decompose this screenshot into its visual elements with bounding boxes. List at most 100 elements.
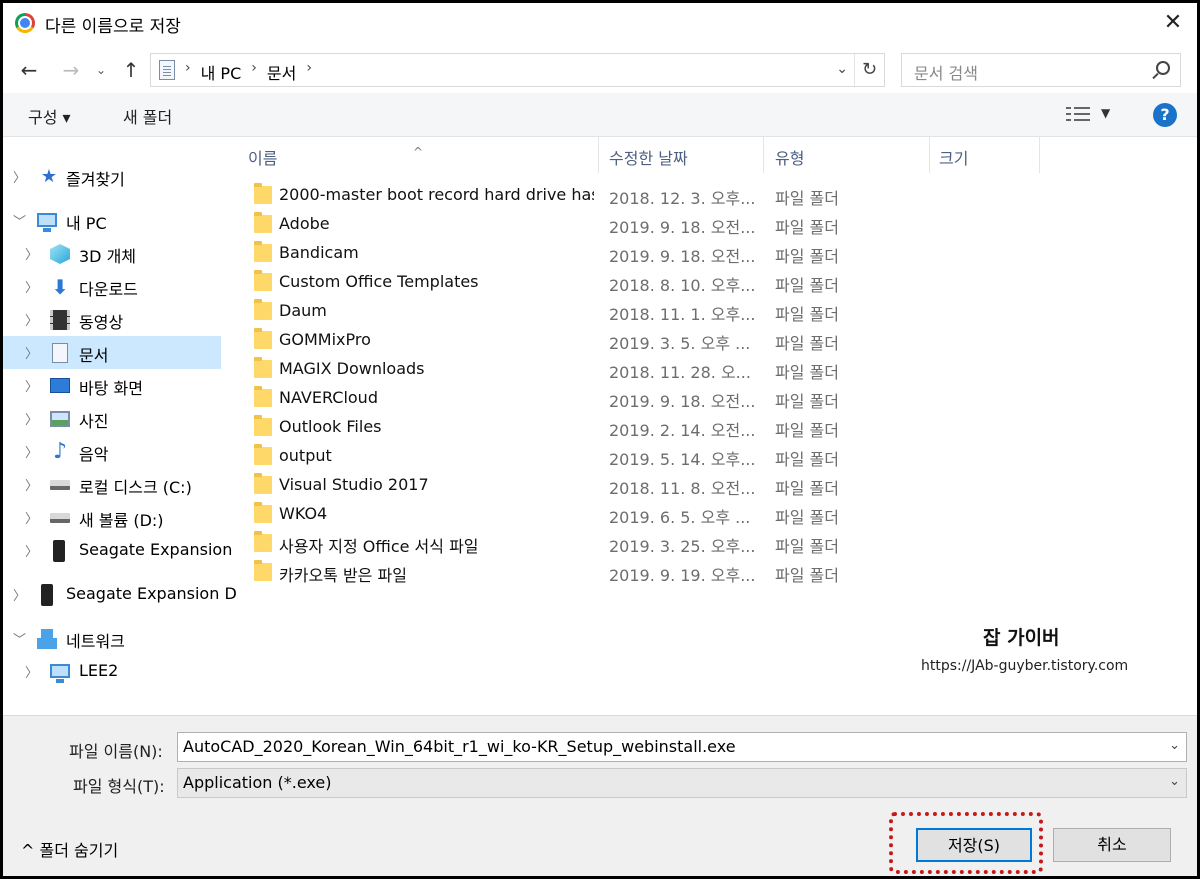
list-item[interactable]: Outlook Files 2019. 2. 14. 오전... 파일 폴더 [223, 412, 1197, 441]
list-item[interactable]: Custom Office Templates 2018. 8. 10. 오후..… [223, 267, 1197, 296]
chevron-down-icon[interactable]: ⌄ [1169, 774, 1180, 789]
file-name: Bandicam [279, 243, 359, 262]
sidebar-item-desktop[interactable]: 〉 바탕 화면 [3, 369, 221, 402]
chevron-right-icon[interactable]: 〉 [25, 310, 38, 329]
music-icon: ♪ [52, 439, 68, 464]
sidebar-item-seagate-expansion[interactable]: 〉 Seagate Expansion [3, 534, 232, 567]
command-bar: 구성 ▾ 새 폴더 ▼ ? [3, 93, 1197, 137]
sidebar-item-documents[interactable]: 〉 문서 [3, 336, 221, 369]
chevron-right-icon[interactable]: 〉 [13, 167, 26, 186]
sidebar-item-network[interactable]: ﹀ 네트워크 [3, 622, 221, 655]
chevron-down-icon[interactable]: ⌄ [1169, 738, 1180, 753]
up-arrow-icon[interactable]: ↑ [117, 55, 145, 85]
list-item[interactable]: output 2019. 5. 14. 오후... 파일 폴더 [223, 441, 1197, 470]
save-button[interactable]: 저장(S) [916, 828, 1032, 862]
breadcrumb-separator-icon[interactable]: › [251, 60, 257, 84]
chevron-right-icon[interactable]: 〉 [25, 475, 38, 494]
chevron-right-icon[interactable]: 〉 [25, 376, 38, 395]
filetype-select[interactable]: Application (*.exe) ⌄ [177, 768, 1187, 798]
filename-field[interactable]: AutoCAD_2020_Korean_Win_64bit_r1_wi_ko-K… [177, 732, 1187, 762]
sidebar-item-pictures[interactable]: 〉 사진 [3, 402, 221, 435]
chevron-right-icon[interactable]: 〉 [25, 244, 38, 263]
refresh-icon[interactable]: ↻ [854, 54, 884, 86]
forward-arrow-icon[interactable]: → [57, 55, 85, 85]
chevron-right-icon[interactable]: 〉 [25, 442, 38, 461]
chevron-right-icon[interactable]: 〉 [25, 508, 38, 527]
folder-icon [254, 531, 272, 552]
sidebar-item-favorites[interactable]: 〉 ★ 즐겨찾기 [3, 160, 221, 193]
chevron-down-icon[interactable]: ⌄ [836, 61, 848, 77]
list-item[interactable]: NAVERCloud 2019. 9. 18. 오전... 파일 폴더 [223, 383, 1197, 412]
chevron-down-icon[interactable]: ﹀ [13, 211, 26, 230]
list-item[interactable]: Daum 2018. 11. 1. 오후... 파일 폴더 [223, 296, 1197, 325]
sidebar-item-downloads[interactable]: 〉 ⬇ 다운로드 [3, 270, 221, 303]
sidebar-item-seagate-expansion-d[interactable]: 〉 Seagate Expansion D [3, 578, 237, 611]
list-item[interactable]: WKO4 2019. 6. 5. 오후 ... 파일 폴더 [223, 499, 1197, 528]
chevron-right-icon[interactable]: 〉 [25, 409, 38, 428]
list-item[interactable]: Adobe 2019. 9. 18. 오전... 파일 폴더 [223, 209, 1197, 238]
new-folder-button[interactable]: 새 폴더 [123, 104, 172, 128]
sidebar-item-music[interactable]: 〉 ♪ 음악 [3, 435, 221, 468]
cancel-button[interactable]: 취소 [1053, 828, 1171, 862]
sidebar-item-lee2[interactable]: 〉 LEE2 [3, 655, 221, 688]
list-item[interactable]: GOMMixPro 2019. 3. 5. 오후 ... 파일 폴더 [223, 325, 1197, 354]
folder-icon [254, 473, 272, 494]
close-icon[interactable]: ✕ [1159, 9, 1187, 37]
file-name: Custom Office Templates [279, 272, 479, 291]
column-divider[interactable] [763, 137, 764, 173]
back-arrow-icon[interactable]: ← [15, 55, 43, 85]
chevron-right-icon[interactable]: 〉 [25, 277, 38, 296]
sidebar-item-label: 사진 [79, 412, 109, 431]
chevron-right-icon[interactable]: 〉 [25, 343, 38, 362]
sidebar-item-label: 내 PC [66, 214, 107, 233]
recent-locations-chevron-icon[interactable]: ⌄ [93, 55, 109, 85]
column-header-name[interactable]: 이름 [248, 145, 277, 169]
breadcrumb-item-documents[interactable]: 문서 [267, 60, 296, 84]
sidebar-item-3d-objects[interactable]: 〉 3D 개체 [3, 237, 221, 270]
file-type: 파일 폴더 [775, 189, 839, 208]
network-icon [37, 629, 57, 649]
file-type: 파일 폴더 [775, 421, 839, 440]
sidebar-item-videos[interactable]: 〉 동영상 [3, 303, 221, 336]
sidebar-item-volume-d[interactable]: 〉 새 볼륨 (D:) [3, 501, 221, 534]
download-icon: ⬇ [51, 275, 69, 299]
sidebar-item-this-pc[interactable]: ﹀ 내 PC [3, 204, 221, 237]
folder-icon [254, 357, 272, 378]
sidebar-item-label: 음악 [79, 445, 109, 464]
hide-folders-button[interactable]: ^ 폴더 숨기기 [21, 837, 118, 861]
search-input[interactable]: 문서 검색 [901, 53, 1181, 87]
sidebar-item-local-disk-c[interactable]: 〉 로컬 디스크 (C:) [3, 468, 221, 501]
chevron-right-icon[interactable]: 〉 [25, 662, 38, 681]
sidebar-item-label: 즐겨찾기 [66, 170, 125, 189]
breadcrumb-item-pc[interactable]: 내 PC [201, 60, 242, 84]
organize-button[interactable]: 구성 ▾ [28, 104, 71, 128]
sidebar-item-label: 다운로드 [79, 280, 138, 299]
list-item[interactable]: Visual Studio 2017 2018. 11. 8. 오전... 파일 폴… [223, 470, 1197, 499]
column-divider[interactable] [929, 137, 930, 173]
file-name: output [279, 446, 332, 465]
breadcrumb-separator-icon[interactable]: › [306, 60, 312, 84]
column-header-row: ^ 이름 수정한 날짜 유형 크기 [223, 137, 1197, 173]
column-header-modified[interactable]: 수정한 날짜 [609, 145, 688, 169]
chevron-right-icon[interactable]: 〉 [25, 541, 38, 560]
chevron-down-icon[interactable]: ﹀ [13, 629, 26, 648]
search-placeholder: 문서 검색 [914, 64, 978, 83]
view-options-icon[interactable] [1066, 107, 1090, 123]
list-item[interactable]: 사용자 지정 Office 서식 파일 2019. 3. 25. 오후... 파일 … [223, 528, 1197, 557]
column-header-type[interactable]: 유형 [775, 145, 804, 169]
list-item[interactable]: 카카오톡 받은 파일 2019. 9. 19. 오후... 파일 폴더 [223, 557, 1197, 586]
list-item[interactable]: 2000-master boot record hard drive has..… [223, 180, 1197, 209]
desktop-icon [50, 378, 70, 393]
view-dropdown-icon[interactable]: ▼ [1101, 106, 1110, 120]
column-divider[interactable] [1039, 137, 1040, 173]
address-bar[interactable]: › 내 PC › 문서 › ⌄ ↻ [150, 53, 885, 87]
column-header-size[interactable]: 크기 [939, 145, 968, 169]
folder-icon [254, 212, 272, 233]
list-item[interactable]: Bandicam 2019. 9. 18. 오전... 파일 폴더 [223, 238, 1197, 267]
help-icon[interactable]: ? [1153, 103, 1177, 127]
address-toolbar: ← → ⌄ ↑ › 내 PC › 문서 › ⌄ ↻ 문서 검색 [3, 47, 1197, 93]
column-divider[interactable] [598, 137, 599, 173]
list-item[interactable]: MAGIX Downloads 2018. 11. 28. 오... 파일 폴더 [223, 354, 1197, 383]
file-type: 파일 폴더 [775, 247, 839, 266]
chevron-right-icon[interactable]: 〉 [13, 585, 26, 604]
